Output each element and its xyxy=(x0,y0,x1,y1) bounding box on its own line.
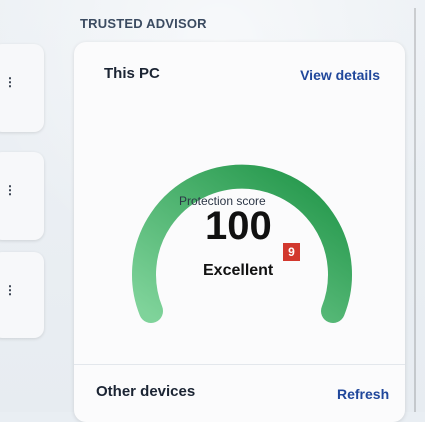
card-title: This PC xyxy=(104,65,160,82)
protection-score-value: 100 xyxy=(205,204,272,248)
score-badge: 9 xyxy=(283,243,300,261)
left-panel-card[interactable]: ⋮ xyxy=(0,44,44,132)
right-edge-line xyxy=(414,8,416,412)
more-vertical-icon[interactable]: ⋮ xyxy=(4,184,16,196)
view-details-link[interactable]: View details xyxy=(300,67,380,83)
other-devices-title: Other devices xyxy=(96,383,196,400)
more-vertical-icon[interactable]: ⋮ xyxy=(4,284,16,296)
left-panel-card[interactable]: ⋮ xyxy=(0,152,44,240)
left-panel-card[interactable]: ⋮ xyxy=(0,252,44,338)
refresh-link[interactable]: Refresh xyxy=(337,386,389,402)
card-divider xyxy=(74,364,405,365)
more-vertical-icon[interactable]: ⋮ xyxy=(4,76,16,88)
protection-status: Excellent xyxy=(203,262,274,279)
section-title: TRUSTED ADVISOR xyxy=(80,16,207,31)
